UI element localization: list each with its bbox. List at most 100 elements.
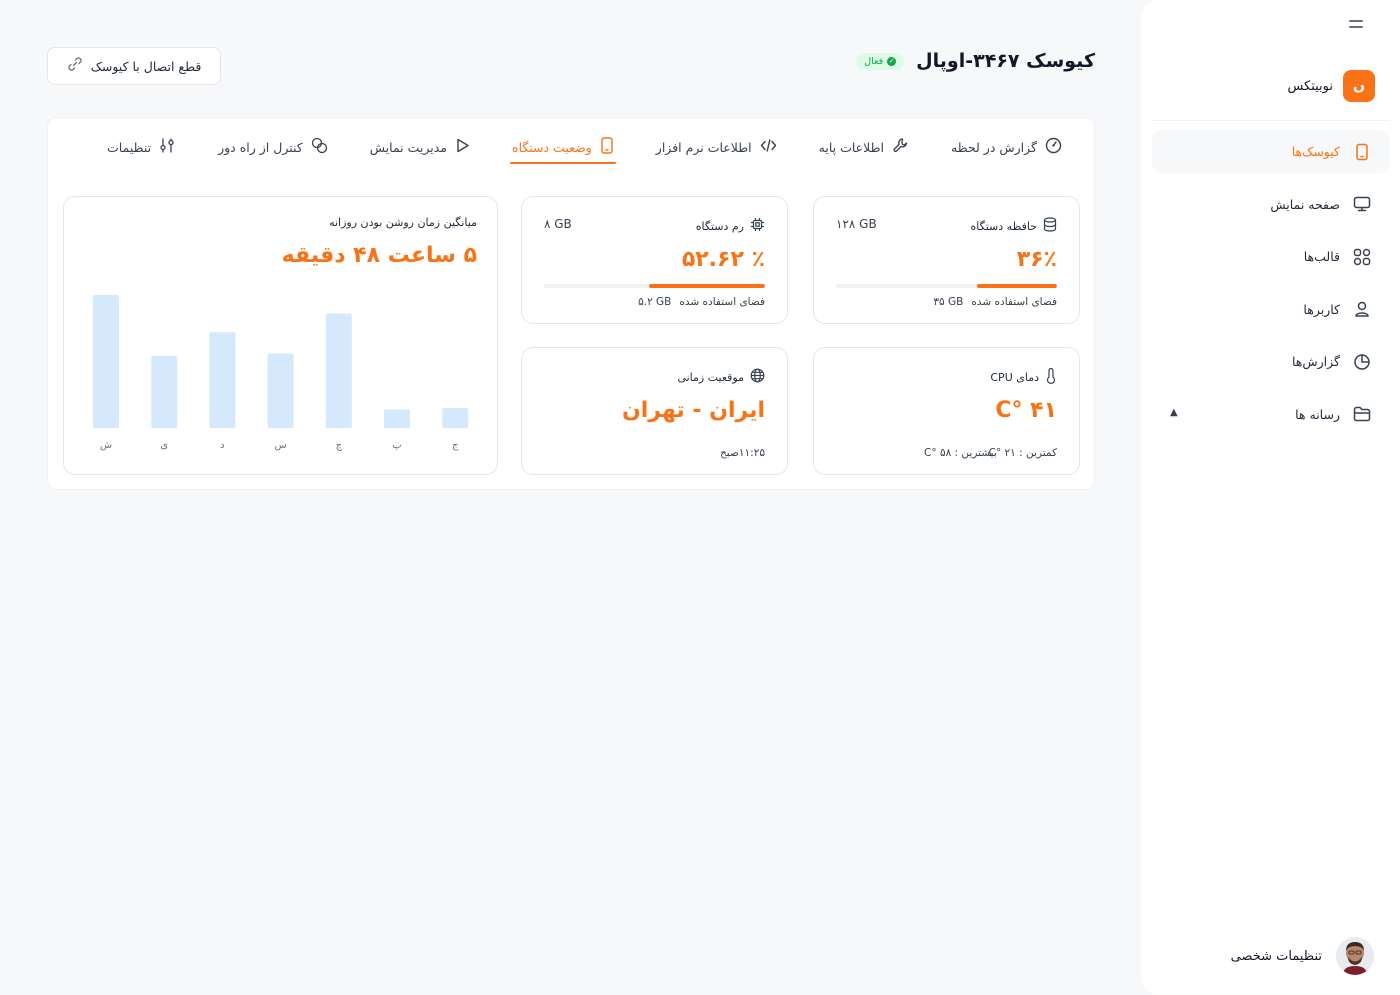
tab-settings[interactable]: تنظیمات — [105, 132, 178, 162]
chart-bar — [325, 313, 352, 428]
sliders-icon — [159, 137, 176, 158]
storage-total: ۱۲۸ GB — [836, 217, 877, 231]
chart-bar — [442, 408, 469, 428]
avatar — [1336, 937, 1374, 975]
chart-tick-label: چ — [336, 440, 343, 451]
globe-icon — [750, 368, 765, 386]
sidebar-item-label: رسانه ها — [1295, 406, 1340, 422]
profile-settings[interactable]: تنظیمات شخصی — [1231, 937, 1374, 975]
tab-device-status[interactable]: وضعیت دستگاه — [510, 132, 616, 164]
chart-tick-label: س — [274, 440, 286, 451]
check-icon: ✓ — [887, 56, 897, 66]
tab-label: مدیریت نمایش — [369, 139, 448, 155]
chevron-up-icon[interactable]: ▲ — [1170, 407, 1178, 418]
tab-remote-control[interactable]: کنترل از راه دور — [216, 132, 330, 162]
uptime-bar-chart: شیدسچپج — [93, 295, 469, 451]
database-icon — [1043, 217, 1057, 235]
location-card: موقعیت زمانی ایران - تهران ۱۱:۲۵صبح — [521, 347, 788, 475]
thermometer-icon — [1045, 367, 1057, 387]
divider — [1151, 120, 1390, 121]
chart-bar — [209, 332, 236, 428]
storage-card: حافظه دستگاه ۱۲۸ GB ۳۶٪ فضای استفاده شده… — [813, 196, 1080, 324]
tab-live-report[interactable]: گزارش در لحظه — [949, 132, 1064, 162]
monitor-icon — [1352, 194, 1372, 214]
ram-used: فضای استفاده شده ۵.۲ GB — [638, 296, 765, 308]
tablet-icon — [600, 136, 614, 158]
ram-used-value: ۵.۲ GB — [638, 296, 672, 308]
tab-bar: گزارش در لحظه اطلاعات پایه اطلاعات نرم ا… — [105, 132, 1064, 164]
play-icon — [455, 137, 470, 158]
cpu-temp-min: کمترین : ۲۱ °C — [988, 447, 1057, 459]
card-title: حافظه دستگاه — [971, 217, 1057, 235]
page-title: کیوسک ۳۴۶۷-اوپال — [916, 50, 1095, 72]
sidebar-item-label: صفحه نمایش — [1270, 196, 1340, 212]
sidebar-item-reports[interactable]: گزارش‌ها — [1152, 340, 1390, 383]
ram-used-label: فضای استفاده شده — [679, 296, 765, 308]
card-title-label: دمای CPU — [990, 371, 1039, 384]
tab-label: گزارش در لحظه — [951, 139, 1037, 155]
storage-progress-fill — [977, 284, 1057, 288]
brand-name: نوبیتکس — [1287, 78, 1333, 94]
menu-toggle-icon[interactable] — [1345, 16, 1363, 32]
card-title: دمای CPU — [990, 367, 1057, 387]
storage-used: فضای استفاده شده ۳۵ GB — [933, 296, 1057, 308]
brand-logo: ن — [1343, 70, 1375, 102]
brand: ن نوبیتکس — [1287, 70, 1375, 102]
ram-progress-fill — [648, 284, 765, 288]
sidebar-item-display[interactable]: صفحه نمایش — [1152, 183, 1390, 226]
sidebar-item-label: گزارش‌ها — [1291, 354, 1340, 369]
chart-tick-label: پ — [392, 440, 401, 451]
sidebar: ن نوبیتکس کیوسک‌ها صفحه نمایش قالب‌ها — [1141, 0, 1400, 995]
main-panel: گزارش در لحظه اطلاعات پایه اطلاعات نرم ا… — [47, 117, 1095, 490]
ram-value: ٪ ۵۲.۶۲ — [681, 247, 765, 272]
sidebar-item-label: کیوسک‌ها — [1291, 144, 1340, 159]
cpu-temp-value: ۴۱ °C — [995, 398, 1057, 423]
disconnect-button[interactable]: قطع اتصال با کیوسک — [47, 47, 221, 85]
chart-tick-label: ش — [100, 440, 112, 451]
status-label: فعال — [864, 55, 884, 67]
ram-card: رم دستگاه ۸ GB ٪ ۵۲.۶۲ فضای استفاده شده … — [521, 196, 788, 324]
sidebar-item-users[interactable]: کاربرها — [1152, 288, 1390, 331]
chart-bar — [384, 409, 410, 428]
tab-label: وضعیت دستگاه — [512, 139, 592, 155]
gauge-icon — [1045, 137, 1062, 158]
sidebar-item-templates[interactable]: قالب‌ها — [1152, 235, 1390, 278]
wrench-icon — [892, 137, 909, 158]
chart-bar — [93, 295, 119, 428]
ram-total: ۸ GB — [544, 217, 572, 231]
pie-chart-icon — [1352, 352, 1372, 372]
sidebar-item-label: قالب‌ها — [1303, 249, 1340, 264]
card-title-label: رم دستگاه — [695, 219, 744, 233]
card-title-label: حافظه دستگاه — [970, 219, 1037, 233]
chart-tick-label: ی — [160, 440, 168, 451]
user-icon — [1352, 299, 1372, 319]
card-title: موقعیت زمانی — [677, 368, 765, 386]
card-title: رم دستگاه — [696, 217, 765, 235]
cpu-chip-icon — [750, 217, 765, 235]
tab-label: کنترل از راه دور — [218, 139, 303, 155]
code-icon — [760, 137, 777, 158]
tab-basic-info[interactable]: اطلاعات پایه — [817, 132, 911, 162]
chart-tick-label: ج — [452, 440, 459, 451]
tab-label: اطلاعات پایه — [818, 139, 884, 155]
storage-used-value: ۳۵ GB — [933, 296, 964, 308]
grid-icon — [1352, 247, 1372, 267]
sidebar-nav: کیوسک‌ها صفحه نمایش قالب‌ها کاربرها گزار… — [1152, 130, 1390, 445]
chart-tick-label: د — [220, 440, 224, 451]
chart-bar — [267, 353, 294, 428]
link-broken-icon — [67, 56, 83, 76]
disconnect-label: قطع اتصال با کیوسک — [90, 58, 202, 74]
cpu-temp-card: دمای CPU ۴۱ °C کمترین : ۲۱ °C بیشترین : … — [813, 347, 1080, 475]
tab-software-info[interactable]: اطلاعات نرم افزار — [654, 132, 779, 162]
uptime-card: میانگین زمان روشن بودن روزانه ۵ ساعت ۴۸ … — [63, 196, 498, 475]
sidebar-item-label: کاربرها — [1303, 301, 1340, 317]
cpu-temp-max: بیشترین : ۵۸ °C — [924, 447, 997, 459]
card-title-label: موقعیت زمانی — [677, 370, 744, 384]
storage-value: ۳۶٪ — [1016, 247, 1057, 272]
profile-label: تنظیمات شخصی — [1230, 948, 1322, 964]
sidebar-item-kiosks[interactable]: کیوسک‌ها — [1152, 130, 1390, 173]
tab-label: تنظیمات — [107, 139, 152, 155]
sidebar-item-media[interactable]: رسانه ها ▲ — [1152, 393, 1390, 436]
location-value: ایران - تهران — [621, 398, 765, 423]
tab-display-management[interactable]: مدیریت نمایش — [368, 132, 472, 162]
